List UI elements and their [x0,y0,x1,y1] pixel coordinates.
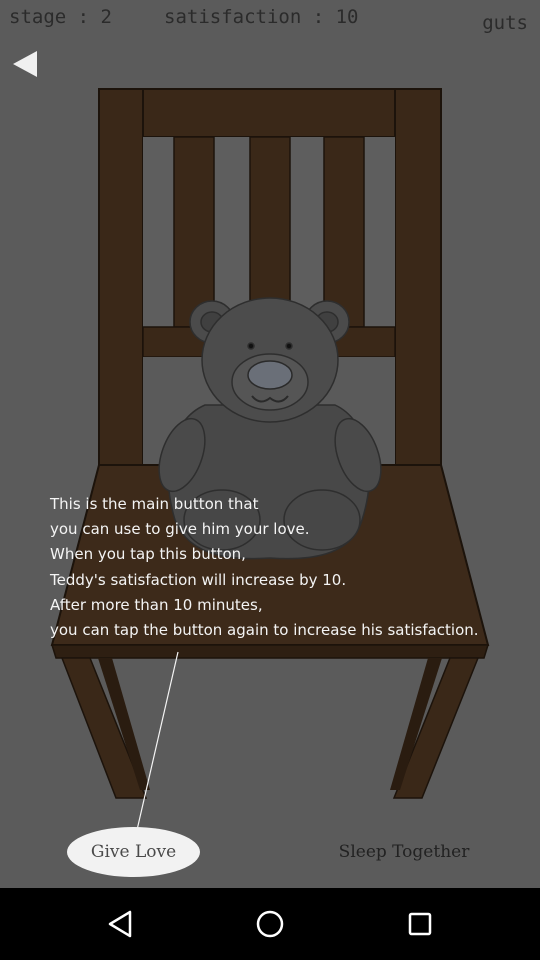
give-love-button[interactable]: Give Love [67,827,200,877]
square-recents-icon [408,912,432,936]
guts-label: guts [482,12,528,34]
nav-home-button[interactable] [248,902,292,946]
tutorial-line: you can tap the button again to increase… [50,621,479,640]
tutorial-line: you can use to give him your love. [50,520,310,539]
nav-back-button[interactable] [98,902,142,946]
nav-recents-button[interactable] [398,902,442,946]
circle-home-icon [256,910,284,938]
game-screen: stage : 2 satisfaction : 10 guts This is… [0,0,540,888]
back-arrow-icon [13,51,37,77]
tutorial-line: When you tap this button, [50,545,246,564]
sleep-together-button[interactable]: Sleep Together [336,838,472,866]
tutorial-message: This is the main button that you can use… [50,492,530,643]
triangle-back-icon [108,910,132,938]
tutorial-pointer-line [136,651,179,831]
satisfaction-counter: satisfaction : 10 [164,6,359,28]
back-button[interactable] [12,50,38,78]
scene-illustration [50,88,490,831]
system-navigation-bar [0,888,540,960]
tutorial-line: After more than 10 minutes, [50,595,263,614]
stage-counter: stage : 2 [9,6,112,28]
tutorial-line: Teddy's satisfaction will increase by 10… [50,570,347,589]
tutorial-line: This is the main button that [50,495,259,513]
